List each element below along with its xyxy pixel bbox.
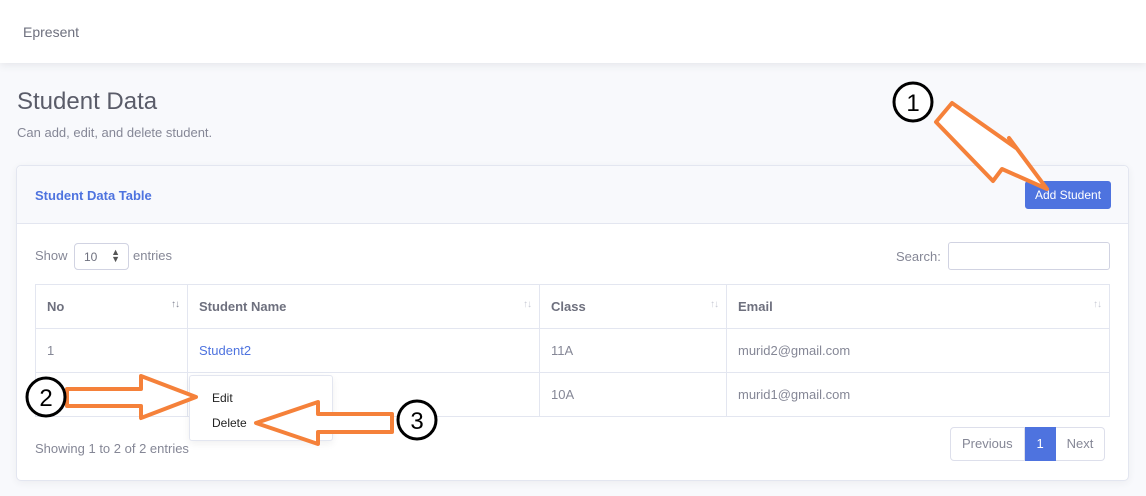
cell-email: murid1@gmail.com — [726, 372, 1110, 417]
entries-label: entries — [133, 248, 173, 263]
pagination: Previous 1 Next — [950, 427, 1106, 461]
cell-class: 11A — [539, 328, 727, 373]
page-subtitle: Can add, edit, and delete student. — [17, 125, 213, 140]
page-title: Student Data — [17, 88, 158, 115]
column-header-email[interactable]: Email ↑↓ — [726, 284, 1110, 329]
table-header-row: No ↑↓ Student Name ↑↓ Class ↑↓ Email ↑↓ — [35, 284, 1110, 329]
topbar: Epresent — [0, 0, 1146, 63]
student-name-link[interactable]: Student2 — [199, 343, 251, 358]
add-student-button[interactable]: Add Student — [1025, 181, 1111, 209]
column-header-student-name[interactable]: Student Name ↑↓ — [187, 284, 540, 329]
sort-icon: ↑↓ — [710, 299, 719, 310]
card-header: Student Data Table Add Student — [17, 166, 1128, 224]
cell-no: 1 — [35, 328, 188, 373]
cell-class: 10A — [539, 372, 727, 417]
brand-name[interactable]: Epresent — [23, 24, 79, 40]
table-row: 1 Student2 11A murid2@gmail.com — [35, 328, 1110, 373]
column-header-class[interactable]: Class ↑↓ — [539, 284, 727, 329]
table-info: Showing 1 to 2 of 2 entries — [35, 441, 189, 456]
delete-menu-item[interactable]: Delete — [212, 416, 247, 430]
student-context-menu: Edit Delete — [189, 375, 333, 441]
show-label: Show — [35, 248, 68, 263]
annotation-circle-1 — [892, 81, 934, 123]
previous-button[interactable]: Previous — [950, 427, 1025, 461]
select-arrows-icon: ▲ ▼ — [111, 247, 120, 264]
entries-value: 10 — [84, 250, 98, 264]
page-1-button[interactable]: 1 — [1024, 427, 1056, 461]
next-button[interactable]: Next — [1055, 427, 1106, 461]
entries-select[interactable]: 10 ▲ ▼ — [74, 243, 129, 270]
sort-icon: ↑↓ — [171, 299, 180, 310]
sort-icon: ↑↓ — [523, 299, 532, 310]
search-input[interactable] — [948, 242, 1110, 270]
sort-icon: ↑↓ — [1093, 299, 1102, 310]
annotation-number-1: 1 — [906, 90, 919, 117]
cell-email: murid2@gmail.com — [726, 328, 1110, 373]
column-header-no[interactable]: No ↑↓ — [35, 284, 188, 329]
search-label: Search: — [896, 249, 941, 264]
student-data-card: Student Data Table Add Student Show 10 ▲… — [16, 165, 1129, 481]
edit-menu-item[interactable]: Edit — [212, 391, 233, 405]
card-title: Student Data Table — [35, 188, 152, 203]
cell-no: 2 — [35, 372, 188, 417]
cell-student-name: Student2 — [187, 328, 540, 373]
